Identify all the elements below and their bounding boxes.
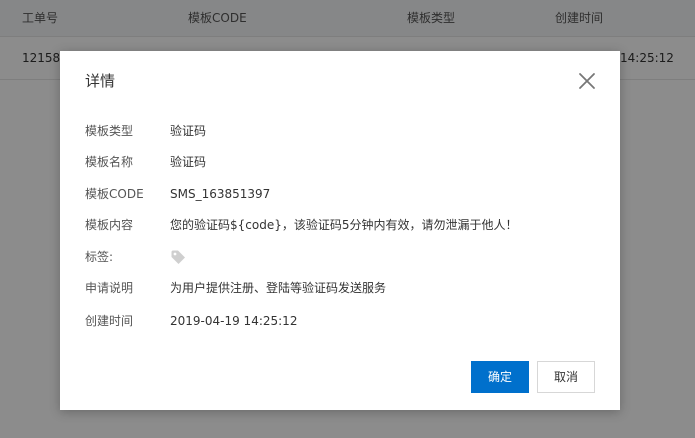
field-value: SMS_163851397 [170, 187, 271, 201]
field-label: 标签: [85, 250, 114, 264]
field-value: 验证码 [170, 155, 207, 169]
cancel-button[interactable]: 取消 [537, 361, 595, 393]
tag-icon[interactable] [170, 249, 186, 265]
close-icon[interactable] [578, 72, 596, 90]
confirm-button[interactable]: 确定 [471, 361, 529, 393]
field-label: 申请说明 [85, 281, 134, 295]
page: 工单号 模板CODE 模板类型 创建时间 121582 14:25:12 详情 … [0, 0, 695, 438]
detail-dialog: 详情 模板类型 验证码 模板名称 验证码 模板CODE SMS_16385139… [60, 51, 620, 410]
field-value: 验证码 [170, 124, 207, 138]
field-value: 为用户提供注册、登陆等验证码发送服务 [170, 281, 387, 295]
field-label: 模板类型 [85, 124, 134, 138]
field-label: 创建时间 [85, 314, 134, 328]
field-label: 模板内容 [85, 218, 134, 232]
field-label: 模板名称 [85, 155, 134, 169]
dialog-title: 详情 [85, 72, 116, 90]
field-value: 您的验证码${code}，该验证码5分钟内有效，请勿泄漏于他人！ [170, 218, 518, 232]
field-label: 模板CODE [85, 187, 144, 201]
field-value: 2019-04-19 14:25:12 [170, 314, 298, 328]
